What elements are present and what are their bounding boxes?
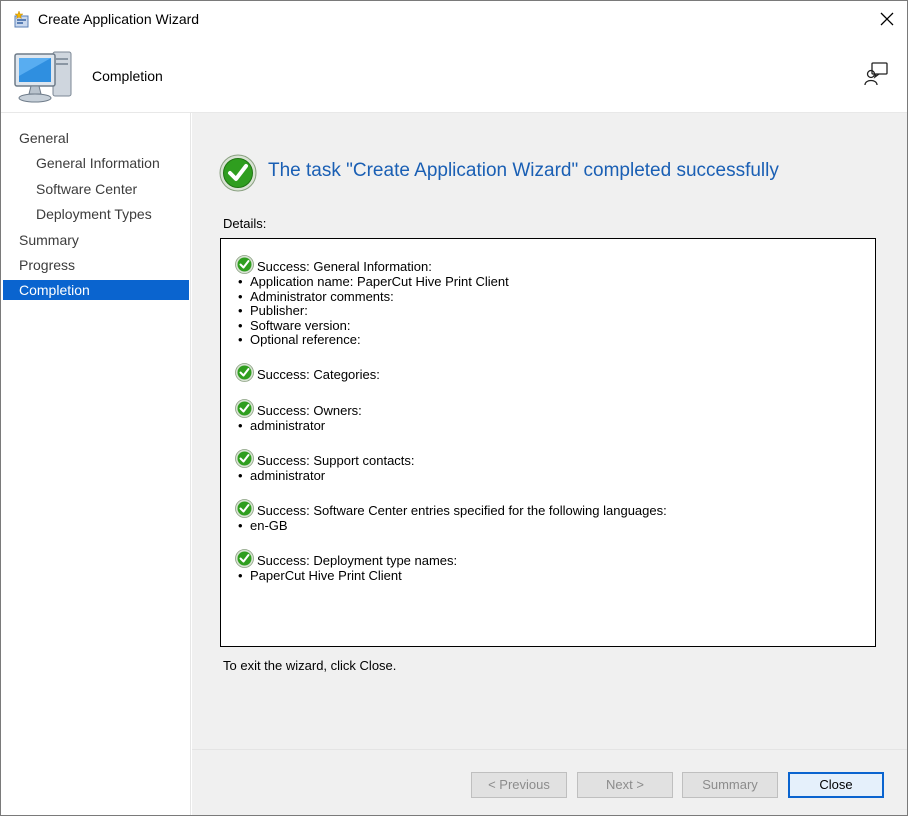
details-box[interactable]: Success: General Information: Applicatio… <box>220 238 876 647</box>
footer-divider <box>192 749 907 750</box>
wizard-window: Create Application Wizard Completion Gen… <box>0 0 908 816</box>
nav-item-completion[interactable]: Completion <box>3 280 189 300</box>
list-item: Software version: <box>235 318 509 334</box>
details-heading: Success: General Information: <box>257 259 432 274</box>
nav-item-general-information[interactable]: General Information <box>3 153 189 173</box>
window-title: Create Application Wizard <box>38 11 200 27</box>
success-check-icon <box>235 499 254 518</box>
details-heading: Success: Owners: <box>257 403 362 418</box>
success-check-icon <box>235 449 254 468</box>
details-block: Success: Deployment type names: PaperCut… <box>235 549 458 584</box>
details-block: Success: Software Center entries specifi… <box>235 499 667 534</box>
feedback-icon[interactable] <box>863 61 889 87</box>
window-close-button[interactable] <box>873 5 901 33</box>
list-item: Administrator comments: <box>235 289 509 305</box>
list-item: administrator <box>235 418 362 434</box>
list-item: Publisher: <box>235 304 509 319</box>
wizard-nav: General General Information Software Cen… <box>1 113 191 815</box>
nav-item-general[interactable]: General <box>3 128 189 148</box>
success-check-icon <box>235 363 254 382</box>
previous-button[interactable]: < Previous <box>471 772 567 798</box>
nav-item-deployment-types[interactable]: Deployment Types <box>3 204 189 224</box>
nav-item-software-center[interactable]: Software Center <box>3 179 189 199</box>
list-item: en-GB <box>235 518 667 534</box>
details-block: Success: Categories: <box>235 363 380 383</box>
details-block: Success: General Information: Applicatio… <box>235 255 509 348</box>
list-item: Optional reference: <box>235 333 509 348</box>
list-item: administrator <box>235 468 415 484</box>
next-button[interactable]: Next > <box>577 772 673 798</box>
success-check-icon <box>235 399 254 418</box>
nav-item-summary[interactable]: Summary <box>3 230 189 250</box>
computer-monitor-icon <box>13 46 75 106</box>
wizard-sparkle-icon <box>13 10 31 28</box>
details-heading: Success: Categories: <box>257 367 380 382</box>
close-icon <box>880 12 894 26</box>
exit-instructions: To exit the wizard, click Close. <box>223 658 397 673</box>
title-bar: Create Application Wizard <box>1 1 907 37</box>
wizard-header: Completion <box>1 37 907 113</box>
details-heading: Success: Software Center entries specifi… <box>257 503 667 518</box>
details-block: Success: Support contacts: administrator <box>235 449 415 484</box>
close-button[interactable]: Close <box>788 772 884 798</box>
details-label: Details: <box>223 216 267 231</box>
page-title: Completion <box>92 68 163 84</box>
completion-headline: The task "Create Application Wizard" com… <box>268 160 779 181</box>
success-check-icon <box>235 549 254 568</box>
success-check-icon <box>219 154 257 192</box>
list-item: PaperCut Hive Print Client <box>235 568 457 584</box>
nav-item-progress[interactable]: Progress <box>3 255 189 275</box>
list-item: Application name: PaperCut Hive Print Cl… <box>235 274 509 290</box>
success-check-icon <box>235 255 254 274</box>
main-content: The task "Create Application Wizard" com… <box>192 113 907 815</box>
details-block: Success: Owners: administrator <box>235 399 362 434</box>
details-heading: Success: Support contacts: <box>257 453 415 468</box>
summary-button[interactable]: Summary <box>682 772 778 798</box>
details-heading: Success: Deployment type names: <box>257 553 458 568</box>
